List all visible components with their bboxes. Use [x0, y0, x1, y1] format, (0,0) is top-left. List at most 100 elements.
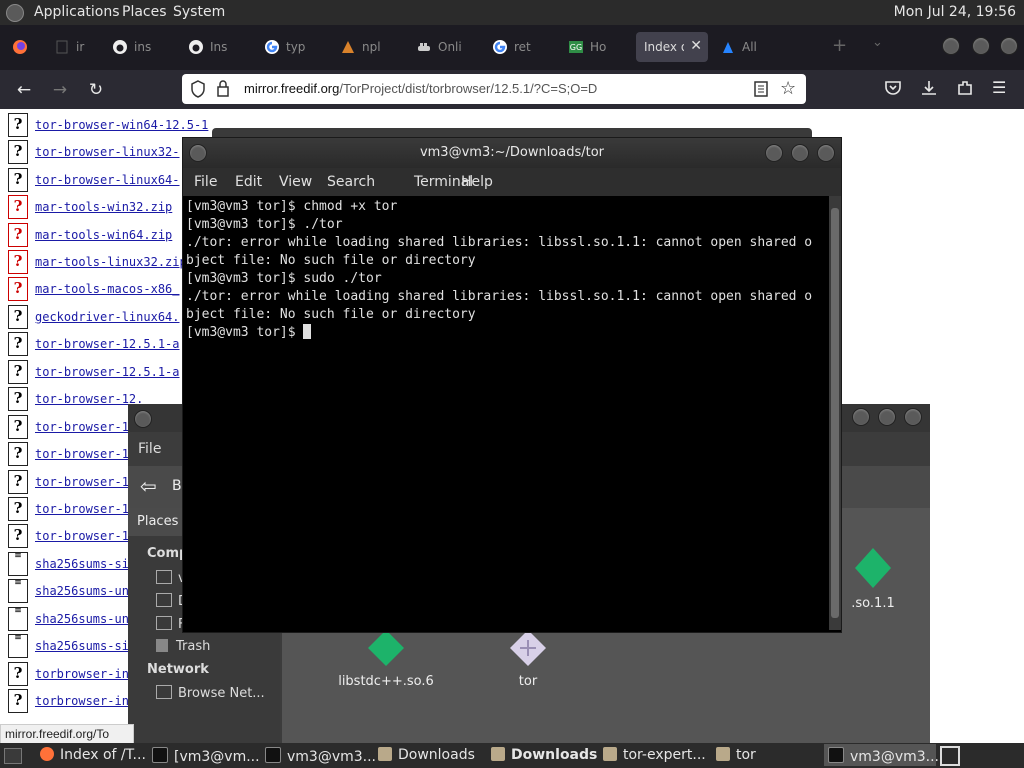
terminal-menu-edit[interactable]: Edit — [235, 174, 262, 190]
taskbar-item[interactable]: tor — [716, 747, 756, 763]
browser-tab[interactable]: npl — [332, 32, 404, 62]
folder-icon — [603, 747, 617, 761]
taskbar-item[interactable]: Downloads — [491, 747, 597, 763]
maximize-window-icon[interactable] — [972, 37, 990, 55]
bottom-taskbar: Index of /T... [vm3@vm... vm3@vm3... Dow… — [0, 743, 1024, 768]
file-item[interactable]: libstdc++.so.6 — [326, 628, 446, 698]
terminal-icon — [828, 747, 844, 763]
file-link[interactable]: tor-browser-1 — [35, 502, 129, 516]
file-link[interactable]: tor-browser-linux32- — [35, 145, 180, 159]
close-tab-icon[interactable]: ✕ — [690, 38, 702, 54]
file-item[interactable]: tor — [488, 628, 568, 698]
file-link[interactable]: tor-browser-1 — [35, 475, 129, 489]
close-window-icon[interactable] — [904, 408, 922, 426]
bookmark-star-icon[interactable]: ☆ — [780, 78, 796, 99]
terminal-titlebar[interactable]: vm3@vm3:~/Downloads/tor — [183, 138, 841, 168]
file-link[interactable]: sha256sums-un — [35, 612, 129, 626]
browser-tab[interactable]: typ — [256, 32, 328, 62]
terminal-menu-view[interactable]: View — [279, 174, 312, 190]
list-tabs-icon[interactable]: ⌄ — [872, 35, 883, 50]
file-link[interactable]: sha256sums-un — [35, 584, 129, 598]
taskbar-item[interactable]: Index of /T... — [40, 747, 146, 763]
terminal-menu-help[interactable]: Help — [461, 174, 493, 190]
shield-icon[interactable] — [190, 80, 206, 102]
places-menu[interactable]: Places — [122, 4, 167, 20]
back-button-label[interactable]: B — [172, 478, 182, 494]
pocket-icon[interactable] — [884, 79, 902, 101]
url-bar[interactable]: mirror.freedif.org/TorProject/dist/torbr… — [182, 74, 806, 104]
taskbar-item[interactable]: tor-expert... — [603, 747, 706, 763]
clock[interactable]: Mon Jul 24, 19:56 — [894, 4, 1016, 20]
browser-tab[interactable]: ret — [484, 32, 556, 62]
minimize-window-icon[interactable] — [942, 37, 960, 55]
maximize-window-icon[interactable] — [791, 144, 809, 162]
file-link[interactable]: geckodriver-linux64. — [35, 310, 180, 324]
browser-tab-strip: ir ins Ins typ npl Onli ret GG Ho Index … — [0, 25, 1024, 70]
file-link[interactable]: tor-browser-12.5.1-a — [35, 365, 180, 379]
file-link[interactable]: mar-tools-linux32.zip — [35, 255, 187, 269]
firefox-view-tab[interactable] — [4, 32, 44, 62]
file-link[interactable]: sha256sums-si — [35, 557, 129, 571]
browser-tab[interactable]: ins — [104, 32, 176, 62]
downloads-icon[interactable] — [920, 79, 938, 101]
maximize-window-icon[interactable] — [878, 408, 896, 426]
text-file-icon: ≡ — [8, 579, 28, 603]
reload-icon[interactable]: ↻ — [86, 80, 106, 100]
minimize-window-icon[interactable] — [852, 408, 870, 426]
file-link[interactable]: mar-tools-macos-x86_ — [35, 282, 180, 296]
file-link[interactable]: tor-browser-1 — [35, 447, 129, 461]
terminal-icon — [152, 747, 168, 763]
new-tab-icon[interactable]: + — [832, 35, 847, 56]
scrollbar-thumb[interactable] — [831, 208, 839, 618]
back-arrow-icon[interactable]: ⇦ — [140, 474, 157, 498]
terminal-title: vm3@vm3:~/Downloads/tor — [419, 145, 605, 160]
file-link[interactable]: sha256sums-si — [35, 639, 129, 653]
file-link[interactable]: mar-tools-win32.zip — [35, 200, 172, 214]
terminal-menu-search[interactable]: Search — [327, 174, 375, 190]
file-item[interactable]: .so.1.1 — [838, 546, 908, 616]
forward-arrow-icon[interactable]: → — [50, 80, 70, 100]
system-menu[interactable]: System — [173, 4, 225, 20]
file-link[interactable]: torbrowser-in — [35, 667, 129, 681]
terminal-menu-file[interactable]: File — [194, 174, 217, 190]
file-link[interactable]: mar-tools-win64.zip — [35, 228, 172, 242]
close-window-icon[interactable] — [817, 144, 835, 162]
svg-text:GG: GG — [570, 43, 582, 52]
window-menu-icon[interactable] — [134, 410, 152, 428]
taskbar-item[interactable]: vm3@vm3... — [265, 747, 376, 765]
back-arrow-icon[interactable]: ← — [14, 80, 34, 100]
terminal-scrollbar[interactable] — [829, 196, 841, 630]
hamburger-menu-icon[interactable]: ☰ — [992, 78, 1006, 97]
browser-tab[interactable]: All — [712, 32, 784, 62]
sidebar-item-trash[interactable]: Trash — [156, 639, 210, 654]
show-desktop-icon[interactable] — [4, 748, 22, 764]
file-link[interactable]: tor-browser-win64-12.5-1 — [35, 118, 208, 132]
applications-menu[interactable]: Applications — [34, 4, 120, 20]
taskbar-item-active[interactable]: vm3@vm3... — [824, 744, 939, 766]
file-link[interactable]: tor-browser-1 — [35, 529, 129, 543]
file-link[interactable]: torbrowser-in — [35, 694, 129, 708]
file-link[interactable]: tor-browser-1 — [35, 420, 129, 434]
file-link[interactable]: tor-browser-12.5.1-a — [35, 337, 180, 351]
browser-tab[interactable]: Onli — [408, 32, 480, 62]
minimize-window-icon[interactable] — [765, 144, 783, 162]
page-info-icon[interactable] — [216, 80, 230, 102]
close-window-icon[interactable] — [1000, 37, 1018, 55]
sidebar-item-browse-network[interactable]: Browse Net... — [156, 685, 265, 701]
terminal-output[interactable]: [vm3@vm3 tor]$ chmod +x tor [vm3@vm3 tor]… — [186, 198, 826, 630]
taskbar-item[interactable]: [vm3@vm... — [152, 747, 260, 765]
file-menu[interactable]: File — [138, 441, 161, 457]
browser-tab[interactable]: GG Ho — [560, 32, 632, 62]
extensions-icon[interactable] — [956, 79, 974, 101]
terminal-line: [vm3@vm3 tor]$ ./tor — [186, 217, 343, 232]
browser-tab[interactable]: Ins — [180, 32, 252, 62]
window-menu-icon[interactable] — [189, 144, 207, 162]
file-link[interactable]: tor-browser-linux64- — [35, 173, 180, 187]
archive-file-icon: ? — [8, 277, 28, 301]
url-text[interactable]: mirror.freedif.org/TorProject/dist/torbr… — [244, 81, 597, 96]
browser-tab-active[interactable]: Index o ✕ — [636, 32, 708, 62]
reader-view-icon[interactable] — [754, 81, 768, 101]
workspace-switcher-icon[interactable] — [940, 746, 960, 766]
taskbar-item[interactable]: Downloads — [378, 747, 475, 763]
distro-logo-icon[interactable] — [6, 4, 24, 22]
